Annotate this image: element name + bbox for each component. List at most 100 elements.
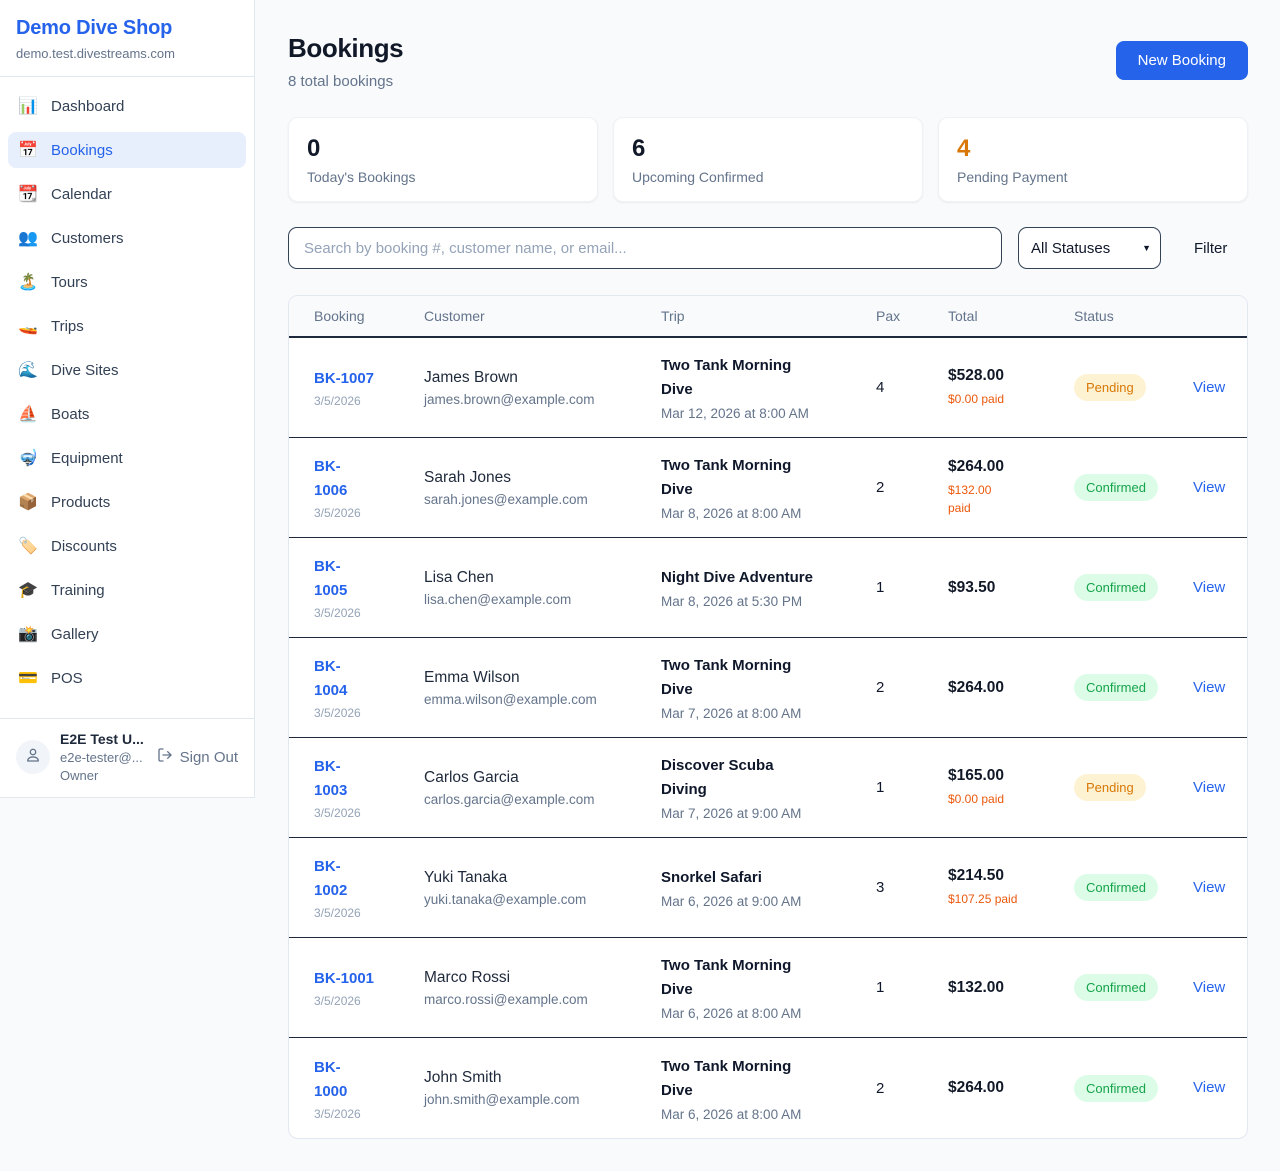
column-header-pax: Pax [876, 308, 948, 324]
trip-cell: Two Tank Morning Dive Mar 8, 2026 at 8:0… [661, 454, 876, 521]
column-header-total: Total [948, 308, 1074, 324]
sidebar-item-training[interactable]: 🎓 Training [8, 572, 246, 608]
page-heading-group: Bookings 8 total bookings [288, 33, 403, 90]
trip-name: Snorkel Safari [661, 866, 876, 890]
customer-email: yuki.tanaka@example.com [424, 892, 661, 907]
sidebar-item-tours[interactable]: 🏝️ Tours [8, 264, 246, 300]
view-link[interactable]: View [1193, 779, 1225, 796]
booking-id-link[interactable]: BK-1007 [314, 367, 424, 391]
camera-icon: 📸 [18, 624, 38, 644]
sidebar-item-gallery[interactable]: 📸 Gallery [8, 616, 246, 652]
sidebar-item-label: Customers [51, 230, 124, 247]
status-cell: Pending [1074, 374, 1193, 401]
table-row: BK-1007 3/5/2026 James Brown james.brown… [289, 338, 1247, 438]
people-icon: 👥 [18, 228, 38, 248]
search-input[interactable] [288, 227, 1002, 269]
sidebar-item-calendar[interactable]: 📆 Calendar [8, 176, 246, 212]
sidebar-item-dashboard[interactable]: 📊 Dashboard [8, 88, 246, 124]
sidebar: Demo Dive Shop demo.test.divestreams.com… [0, 0, 255, 798]
sidebar-item-boats[interactable]: ⛵ Boats [8, 396, 246, 432]
trip-name: Two Tank Morning Dive [661, 654, 876, 702]
sidebar-item-bookings[interactable]: 📅 Bookings [8, 132, 246, 168]
bar-chart-icon: 📊 [18, 96, 38, 116]
total-amount: $264.00 [948, 458, 1074, 476]
customer-name: Lisa Chen [424, 569, 661, 587]
pax-count: 1 [876, 579, 948, 596]
trip-datetime: Mar 8, 2026 at 8:00 AM [661, 506, 876, 521]
column-header-booking: Booking [314, 308, 424, 324]
trip-datetime: Mar 12, 2026 at 8:00 AM [661, 406, 876, 421]
trip-cell: Two Tank Morning Dive Mar 7, 2026 at 8:0… [661, 654, 876, 721]
status-badge: Confirmed [1074, 874, 1158, 901]
customer-cell: Sarah Jones sarah.jones@example.com [424, 469, 661, 507]
actions-cell: View [1193, 679, 1225, 697]
stat-label: Upcoming Confirmed [632, 169, 904, 185]
sign-out-button[interactable]: Sign Out [157, 747, 238, 767]
status-badge: Confirmed [1074, 1075, 1158, 1102]
booking-id-link[interactable]: BK- 1003 [314, 755, 424, 803]
sidebar-item-label: Bookings [51, 142, 113, 159]
sidebar-item-label: Boats [51, 406, 89, 423]
view-link[interactable]: View [1193, 679, 1225, 696]
booking-id-link[interactable]: BK- 1006 [314, 455, 424, 503]
status-cell: Confirmed [1074, 574, 1193, 601]
filter-button[interactable]: Filter [1194, 240, 1227, 257]
trip-name: Two Tank Morning Dive [661, 454, 876, 502]
total-cell: $264.00 [948, 1079, 1074, 1097]
status-badge: Confirmed [1074, 574, 1158, 601]
view-link[interactable]: View [1193, 379, 1225, 396]
view-link[interactable]: View [1193, 479, 1225, 496]
new-booking-button[interactable]: New Booking [1116, 41, 1248, 80]
booking-id-link[interactable]: BK-1001 [314, 967, 424, 991]
view-link[interactable]: View [1193, 1079, 1225, 1096]
trip-datetime: Mar 6, 2026 at 8:00 AM [661, 1006, 876, 1021]
total-amount: $528.00 [948, 367, 1074, 385]
booking-cell: BK- 1003 3/5/2026 [314, 755, 424, 820]
stat-label: Today's Bookings [307, 169, 579, 185]
booking-id-link[interactable]: BK- 1000 [314, 1056, 424, 1104]
sidebar-item-products[interactable]: 📦 Products [8, 484, 246, 520]
sidebar-item-pos[interactable]: 💳 POS [8, 660, 246, 696]
actions-cell: View [1193, 1079, 1225, 1097]
status-select[interactable]: All Statuses [1018, 227, 1161, 269]
customer-email: james.brown@example.com [424, 392, 661, 407]
actions-cell: View [1193, 379, 1225, 397]
tag-icon: 🏷️ [18, 536, 38, 556]
user-info: E2E Test U... e2e-tester@... Owner [60, 731, 144, 783]
paid-amount: $107.25 paid [948, 890, 1074, 908]
total-amount: $214.50 [948, 867, 1074, 885]
total-amount: $264.00 [948, 679, 1074, 697]
stat-label: Pending Payment [957, 169, 1229, 185]
sidebar-item-dive-sites[interactable]: 🌊 Dive Sites [8, 352, 246, 388]
column-header-status: Status [1074, 308, 1193, 324]
booking-date: 3/5/2026 [314, 806, 424, 820]
trip-name: Two Tank Morning Dive [661, 1055, 876, 1103]
trip-name: Night Dive Adventure [661, 566, 876, 590]
status-cell: Pending [1074, 774, 1193, 801]
view-link[interactable]: View [1193, 979, 1225, 996]
booking-id-link[interactable]: BK- 1004 [314, 655, 424, 703]
booking-id-link[interactable]: BK- 1005 [314, 555, 424, 603]
sidebar-item-label: Dive Sites [51, 362, 119, 379]
sidebar-item-equipment[interactable]: 🤿 Equipment [8, 440, 246, 476]
view-link[interactable]: View [1193, 579, 1225, 596]
stat-card: 0 Today's Bookings [288, 117, 598, 202]
customer-cell: Carlos Garcia carlos.garcia@example.com [424, 769, 661, 807]
user-name: E2E Test U... [60, 731, 144, 747]
actions-cell: View [1193, 579, 1225, 597]
trip-datetime: Mar 7, 2026 at 9:00 AM [661, 806, 876, 821]
booking-id-link[interactable]: BK- 1002 [314, 855, 424, 903]
pax-count: 2 [876, 1080, 948, 1097]
customer-name: John Smith [424, 1069, 661, 1087]
booking-date: 3/5/2026 [314, 1107, 424, 1121]
total-amount: $93.50 [948, 579, 1074, 597]
sidebar-item-trips[interactable]: 🚤 Trips [8, 308, 246, 344]
sidebar-item-customers[interactable]: 👥 Customers [8, 220, 246, 256]
stats-row: 0 Today's Bookings 6 Upcoming Confirmed … [288, 117, 1248, 202]
view-link[interactable]: View [1193, 879, 1225, 896]
sidebar-item-discounts[interactable]: 🏷️ Discounts [8, 528, 246, 564]
total-cell: $214.50 $107.25 paid [948, 867, 1074, 908]
sidebar-nav: 📊 Dashboard 📅 Bookings 📆 Calendar 👥 Cust… [0, 77, 254, 715]
trip-cell: Two Tank Morning Dive Mar 6, 2026 at 8:0… [661, 1055, 876, 1122]
trip-cell: Discover Scuba Diving Mar 7, 2026 at 9:0… [661, 754, 876, 821]
